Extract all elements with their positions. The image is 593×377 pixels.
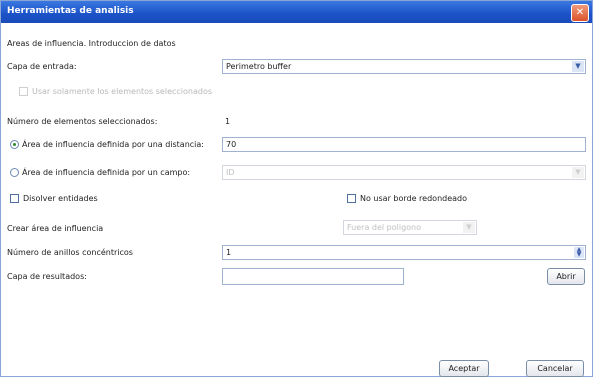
input-layer-value: Perimetro buffer [226,62,292,71]
dissolve-checkbox[interactable] [10,194,19,203]
close-button[interactable]: ✕ [571,4,589,22]
input-layer-label: Capa de entrada: [7,62,77,71]
dialog-subtitle: Areas de influencia. Introduccion de dat… [7,39,176,48]
field-select[interactable]: ID ▼ [222,165,586,180]
only-selected-checkbox[interactable] [19,87,28,96]
output-layer-label: Capa de resultados: [7,272,87,281]
output-layer-input[interactable] [222,268,404,285]
title-bar[interactable]: Herramientas de analisis ✕ [1,1,592,23]
field-option-label: Área de influencia definida por un campo… [22,168,191,177]
no-round-border-checkbox[interactable] [347,194,356,203]
selected-count-label: Número de elementos seleccionados: [7,117,158,126]
accept-button[interactable]: Aceptar [439,360,489,377]
window-title: Herramientas de analisis [7,6,134,16]
distance-option-label: Área de influencia definida por una dist… [22,140,204,149]
create-area-select[interactable]: Fuera del poligono ▼ [343,220,477,235]
field-radio[interactable] [10,168,19,177]
distance-value: 70 [226,140,237,149]
chevron-down-icon[interactable]: ▼ [572,167,584,178]
input-layer-select[interactable]: Perimetro buffer ▼ [222,59,586,74]
create-area-value: Fuera del poligono [347,223,422,232]
rings-spinner[interactable]: 1 ▲ ▼ [222,245,586,260]
close-icon: ✕ [575,7,585,18]
selected-count-value: 1 [225,117,231,126]
field-select-value: ID [226,168,235,177]
only-selected-label: Usar solamente los elementos seleccionad… [32,87,213,96]
spinner-arrows-icon[interactable]: ▲ ▼ [574,247,584,258]
cancel-button[interactable]: Cancelar [526,360,584,377]
rings-label: Número de anillos concéntricos [7,248,133,257]
analysis-tools-dialog: Herramientas de analisis ✕ Areas de infl… [0,0,593,377]
distance-input[interactable]: 70 [222,137,586,152]
create-area-label: Crear área de influencia [7,224,104,233]
chevron-down-icon[interactable]: ▼ [572,61,584,72]
rings-value: 1 [226,248,232,257]
distance-radio[interactable] [10,140,19,149]
dissolve-label: Disolver entidades [23,194,98,203]
chevron-down-icon[interactable]: ▼ [463,222,475,233]
open-button[interactable]: Abrir [547,268,585,285]
no-round-border-label: No usar borde redondeado [360,194,468,203]
